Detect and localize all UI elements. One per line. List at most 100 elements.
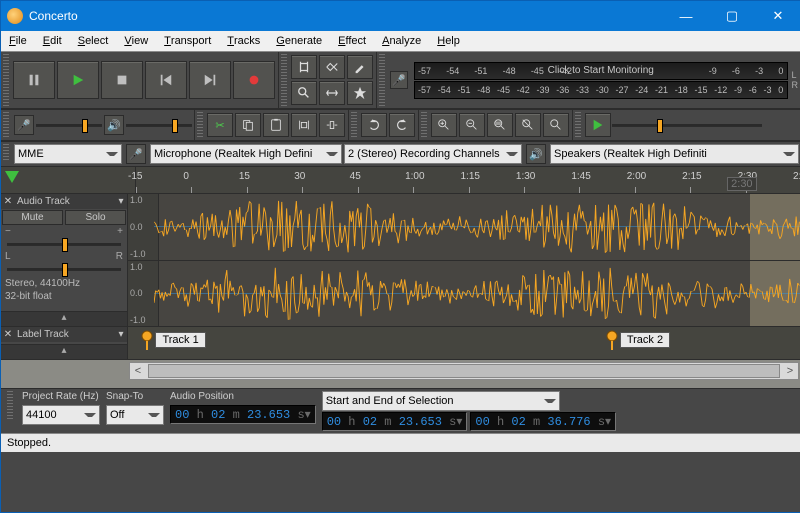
audio-host-combo[interactable]: MME <box>14 144 122 164</box>
toolbar-grip[interactable] <box>421 112 427 138</box>
toolbar-grip[interactable] <box>281 54 287 106</box>
playback-speed-slider[interactable] <box>612 118 762 132</box>
playback-volume-slider[interactable] <box>126 118 192 132</box>
selection-start-display[interactable]: 00 h 02 m 23.653 s▾ <box>322 412 468 431</box>
toolbar-grip[interactable] <box>197 112 203 138</box>
solo-button[interactable]: Solo <box>65 210 126 225</box>
close-button[interactable]: ✕ <box>755 1 800 31</box>
menu-view[interactable]: View <box>116 31 156 51</box>
selection-mode-combo[interactable]: Start and End of Selection <box>322 391 560 411</box>
track-title: Audio Track <box>15 196 115 207</box>
recording-volume-slider[interactable] <box>36 118 102 132</box>
menu-help[interactable]: Help <box>429 31 468 51</box>
toolbar-grip[interactable] <box>379 54 385 106</box>
draw-tool-icon[interactable] <box>347 55 373 79</box>
label-text[interactable]: Track 2 <box>620 332 670 348</box>
redo-button[interactable] <box>389 113 415 137</box>
recording-device-combo[interactable]: Microphone (Realtek High Defini <box>150 144 342 164</box>
timeline-ruler[interactable]: -1501530451:001:151:301:452:002:152:302:… <box>136 167 800 193</box>
copy-button[interactable] <box>235 113 261 137</box>
audio-position-label: Audio Position <box>170 391 316 404</box>
waveform-right-svg <box>154 261 800 327</box>
toolbar-grip[interactable] <box>3 144 9 162</box>
skip-end-button[interactable] <box>189 61 231 99</box>
gain-slider[interactable] <box>7 237 121 251</box>
track-menu-button[interactable]: ▾ <box>115 196 127 207</box>
envelope-tool-icon[interactable] <box>319 55 345 79</box>
recording-channels-value: 2 (Stereo) Recording Channels <box>348 148 500 160</box>
toolbar-grip[interactable] <box>3 54 9 106</box>
toolbar-grip[interactable] <box>7 391 13 419</box>
mic-icon[interactable]: 🎤 <box>390 71 408 89</box>
track-collapse-button[interactable]: ▴ <box>1 344 127 359</box>
fit-project-button[interactable] <box>515 113 541 137</box>
waveform-channel-right[interactable]: 1.00.0-1.0 <box>128 261 800 327</box>
skip-start-button[interactable] <box>145 61 187 99</box>
selection-tool-icon[interactable] <box>291 55 317 79</box>
play-button[interactable] <box>57 61 99 99</box>
stop-button[interactable] <box>101 61 143 99</box>
label-text[interactable]: Track 1 <box>155 332 205 348</box>
zoom-in-button[interactable] <box>431 113 457 137</box>
status-bar: Stopped. <box>1 433 800 452</box>
toolbar-grip[interactable] <box>575 112 581 138</box>
pan-slider[interactable] <box>7 262 121 276</box>
selection-end-display[interactable]: 00 h 02 m 36.776 s▾ <box>470 412 616 431</box>
recording-channels-combo[interactable]: 2 (Stereo) Recording Channels <box>344 144 522 164</box>
play-at-speed-button[interactable] <box>585 113 611 137</box>
playback-meter[interactable]: -57-54-51-48-45-42-39-36-33-30-27-24-21-… <box>414 81 788 99</box>
menu-tracks[interactable]: Tracks <box>219 31 268 51</box>
pause-button[interactable] <box>13 61 55 99</box>
label-marker[interactable]: Track 2 <box>606 330 670 350</box>
zoom-tool-icon[interactable] <box>291 81 317 105</box>
menu-file[interactable]: File <box>1 31 35 51</box>
menu-transport[interactable]: Transport <box>156 31 219 51</box>
cut-button[interactable]: ✂ <box>207 113 233 137</box>
waveform-channel-left[interactable]: 1.00.0-1.0 <box>128 194 800 261</box>
undo-button[interactable] <box>361 113 387 137</box>
zoom-out-button[interactable] <box>459 113 485 137</box>
meter-label-l: L <box>792 70 799 80</box>
snap-combo[interactable]: Off <box>106 405 164 425</box>
track-close-button[interactable]: ✕ <box>1 195 15 209</box>
toolbar-grip[interactable] <box>3 112 9 138</box>
track-close-button[interactable]: ✕ <box>1 328 15 342</box>
minimize-button[interactable]: — <box>663 1 709 31</box>
undo-toolbar <box>349 110 419 141</box>
record-button[interactable] <box>233 61 275 99</box>
menu-effect[interactable]: Effect <box>330 31 374 51</box>
recording-meter[interactable]: Click to Start Monitoring -57-54-51-48-4… <box>414 62 788 80</box>
menu-select[interactable]: Select <box>70 31 117 51</box>
menu-analyze[interactable]: Analyze <box>374 31 429 51</box>
menu-edit[interactable]: Edit <box>35 31 70 51</box>
timeline[interactable]: -1501530451:001:151:301:452:002:152:302:… <box>1 167 800 194</box>
trim-button[interactable] <box>291 113 317 137</box>
edit-toolbar: ✂ <box>195 110 349 141</box>
paste-button[interactable] <box>263 113 289 137</box>
scroll-right-button[interactable]: > <box>782 365 798 377</box>
audio-track-header: ✕ Audio Track ▾ Mute Solo −+ LR Stereo, … <box>1 194 128 326</box>
multi-tool-icon[interactable] <box>347 81 373 105</box>
app-icon <box>7 8 23 24</box>
toolbar-grip[interactable] <box>351 112 357 138</box>
label-track-header: ✕ Label Track ▾ ▴ <box>1 327 128 359</box>
label-marker[interactable]: Track 1 <box>141 330 205 350</box>
silence-button[interactable] <box>319 113 345 137</box>
audio-position-display[interactable]: 00 h 02 m 23.653 s▾ <box>170 405 316 424</box>
scrollbar-thumb[interactable] <box>148 364 780 378</box>
scroll-left-button[interactable]: < <box>130 365 146 377</box>
mic-icon: 🎤 <box>14 115 34 135</box>
menu-generate[interactable]: Generate <box>268 31 330 51</box>
mute-button[interactable]: Mute <box>2 210 63 225</box>
playback-device-combo[interactable]: Speakers (Realtek High Definiti <box>550 144 799 164</box>
fit-selection-button[interactable] <box>487 113 513 137</box>
project-rate-combo[interactable]: 44100 <box>22 405 100 425</box>
timeshift-tool-icon[interactable] <box>319 81 345 105</box>
track-menu-button[interactable]: ▾ <box>115 329 127 340</box>
label-track-body[interactable]: Track 1 Track 2 <box>128 327 800 359</box>
track-collapse-button[interactable]: ▴ <box>1 311 127 326</box>
zoom-toggle-button[interactable] <box>543 113 569 137</box>
horizontal-scrollbar[interactable]: < > <box>129 362 799 380</box>
playhead-icon[interactable] <box>5 171 19 190</box>
maximize-button[interactable]: ▢ <box>709 1 755 31</box>
